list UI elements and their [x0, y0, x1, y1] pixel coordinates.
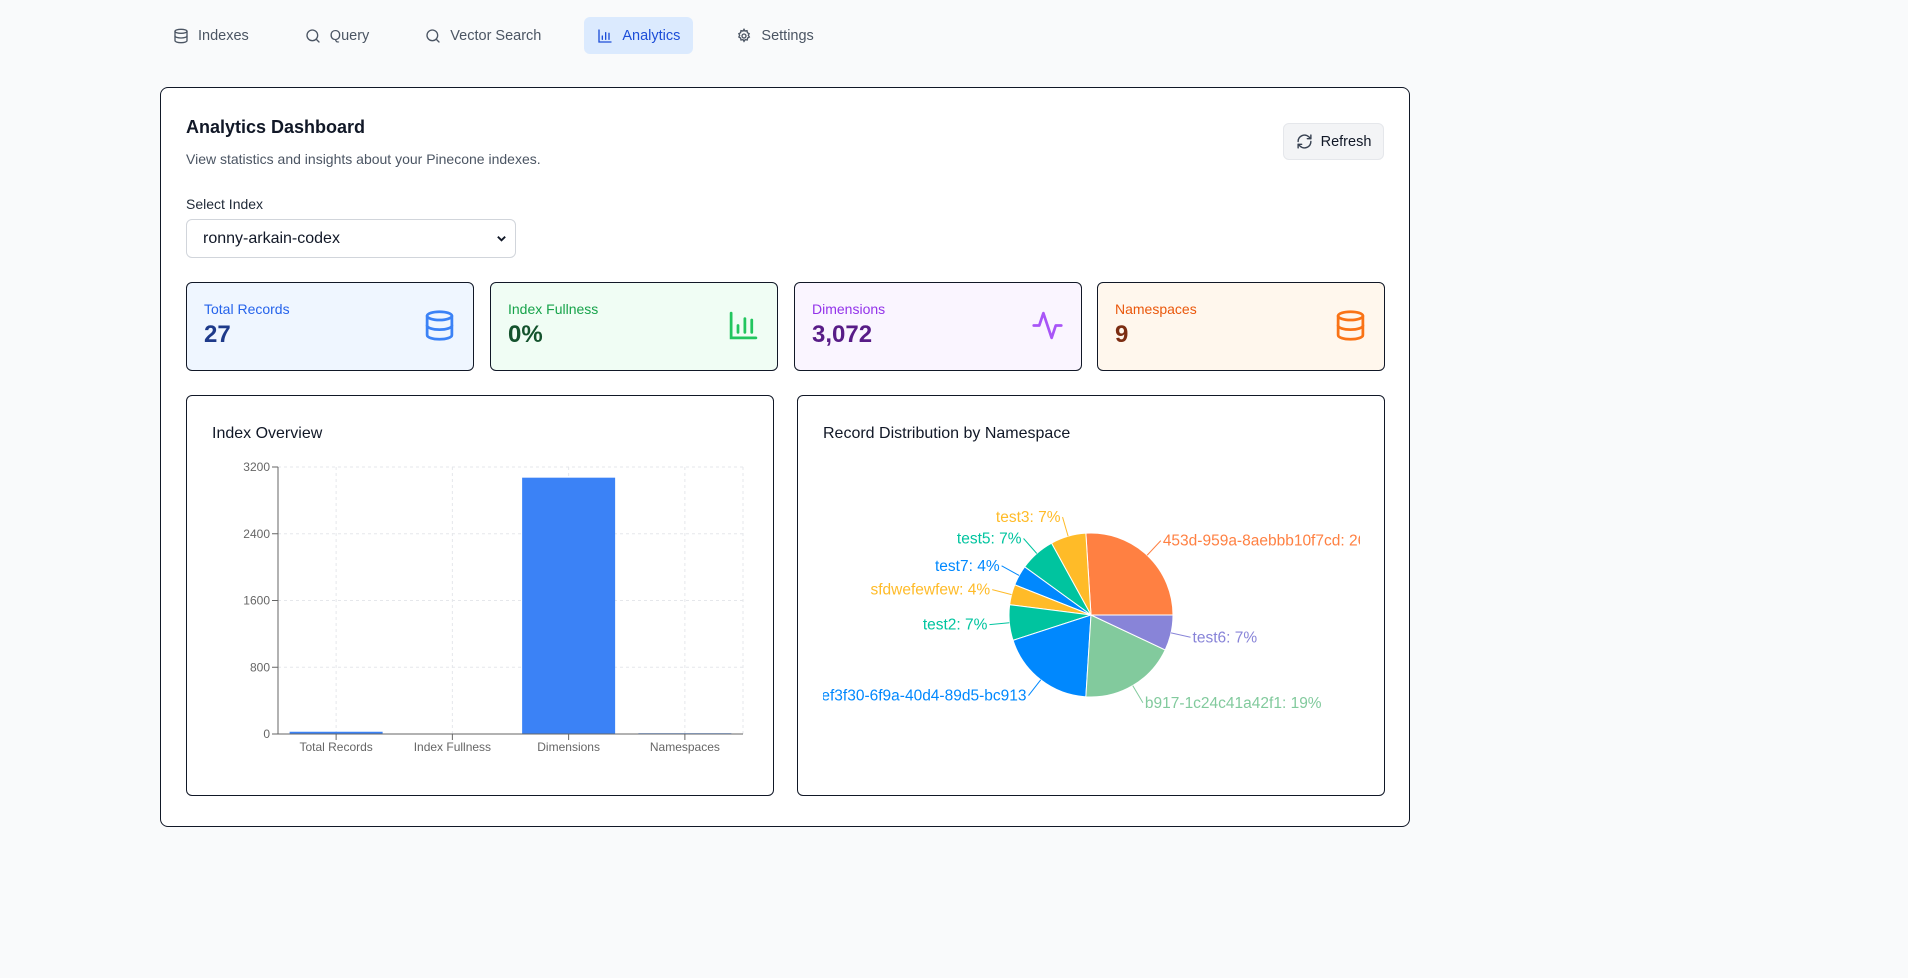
pie-label: sfdwefewfew: 4% [870, 582, 990, 599]
pie-label-line [992, 589, 1012, 596]
index-select-value: ronny-arkain-codex [203, 229, 340, 247]
bar-chart-icon [729, 311, 758, 340]
nav-item-label: Vector Search [450, 27, 542, 44]
refresh-label: Refresh [1320, 133, 1372, 150]
pie-label-line [1170, 632, 1191, 638]
pie-chart: 453d-959a-8aebbb10f7cd: 26% test3: 7% test… [804, 509, 1380, 712]
nav-item-query[interactable]: Query [292, 17, 383, 54]
stat-value: 3,072 [812, 321, 873, 348]
index-select[interactable]: ronny-arkain-codex [186, 219, 516, 258]
stat-card-namespaces: Namespaces 9 [1097, 282, 1385, 371]
pie-label-line [989, 622, 1010, 626]
chevron-down-icon [497, 236, 506, 242]
nav-item-label: Analytics [622, 27, 681, 44]
nav-item-vector-search[interactable]: Vector Search [412, 17, 554, 54]
pie-label: 453d-959a-8aebbb10f7cd: 26% [1163, 533, 1380, 550]
pie-label-line [1062, 516, 1069, 537]
bar[interactable] [522, 477, 616, 734]
index-overview-panel: Index Overview 0 800 1600 2400 3200 Total Rec… [186, 395, 774, 796]
y-tick-label: 2400 [243, 527, 270, 541]
pie-label: test3: 7% [996, 509, 1061, 526]
bar-chart-icon [598, 28, 613, 43]
pie-label: test5: 7% [957, 530, 1022, 547]
stat-value: 0% [508, 321, 543, 348]
pie-label-line [1001, 565, 1020, 576]
stat-value: 27 [204, 321, 231, 348]
nav-item-indexes[interactable]: Indexes [160, 17, 262, 54]
database-icon [174, 28, 188, 43]
select-index-label: Select Index [186, 196, 264, 212]
nav-item-settings[interactable]: Settings [723, 17, 826, 54]
stat-card-total-records: Total Records 27 [186, 282, 474, 371]
stat-label: Namespaces [1115, 301, 1197, 317]
pie-label: test6: 7% [1193, 629, 1258, 646]
stat-label: Index Fullness [508, 301, 599, 317]
nav-item-analytics[interactable]: Analytics [584, 17, 694, 54]
nav-item-label: Indexes [198, 27, 249, 44]
pie-label-line [1023, 538, 1038, 554]
refresh-button[interactable]: Refresh [1283, 123, 1384, 160]
pie-label: b917-1c24c41a42f1: 19% [1145, 695, 1322, 712]
stat-label: Dimensions [812, 301, 886, 317]
stat-card-dimensions: Dimensions 3,072 [794, 282, 1082, 371]
y-tick-label: 1600 [243, 594, 270, 608]
pie-label-line [1132, 685, 1144, 704]
nav-item-label: Query [329, 27, 370, 44]
activity-icon [1032, 311, 1063, 340]
stat-value: 9 [1115, 321, 1129, 348]
search-icon [426, 28, 440, 43]
pie-label: 36ef3f30-6f9a-40d4-89d5-bc913 [804, 688, 1026, 705]
database-icon [1336, 310, 1365, 341]
pie-slice[interactable] [1085, 532, 1174, 616]
x-tick-label: Namespaces [650, 740, 720, 754]
page-title: Analytics Dashboard [186, 117, 366, 137]
search-icon [306, 28, 320, 43]
y-tick-label: 3200 [243, 460, 270, 474]
bar-chart: 0 800 1600 2400 3200 Total Records Index Fulln… [243, 460, 744, 754]
x-tick-label: Total Records [299, 740, 372, 754]
page-subtitle: View statistics and insights about your … [186, 151, 541, 167]
x-tick-label: Index Fullness [414, 740, 491, 754]
analytics-card: Analytics Dashboard View statistics and … [160, 87, 1410, 827]
stat-card-index-fullness: Index Fullness 0% [490, 282, 778, 371]
x-tick-label: Dimensions [537, 740, 600, 754]
namespace-distribution-panel: Record Distribution by Namespace 453d-95… [797, 395, 1385, 796]
pie-label: test2: 7% [923, 617, 988, 634]
y-tick-label: 0 [263, 727, 270, 741]
gear-icon [738, 27, 751, 43]
database-icon [425, 310, 454, 341]
stat-label: Total Records [204, 301, 290, 317]
pie-label-line [1028, 679, 1042, 696]
main-nav: Indexes Query Vector Search Analytics Se… [160, 17, 857, 54]
nav-item-label: Settings [761, 27, 814, 44]
pie-label-line [1146, 540, 1162, 556]
refresh-icon [1297, 134, 1312, 149]
y-tick-label: 800 [250, 660, 270, 674]
pie-label: test7: 4% [935, 558, 1000, 575]
